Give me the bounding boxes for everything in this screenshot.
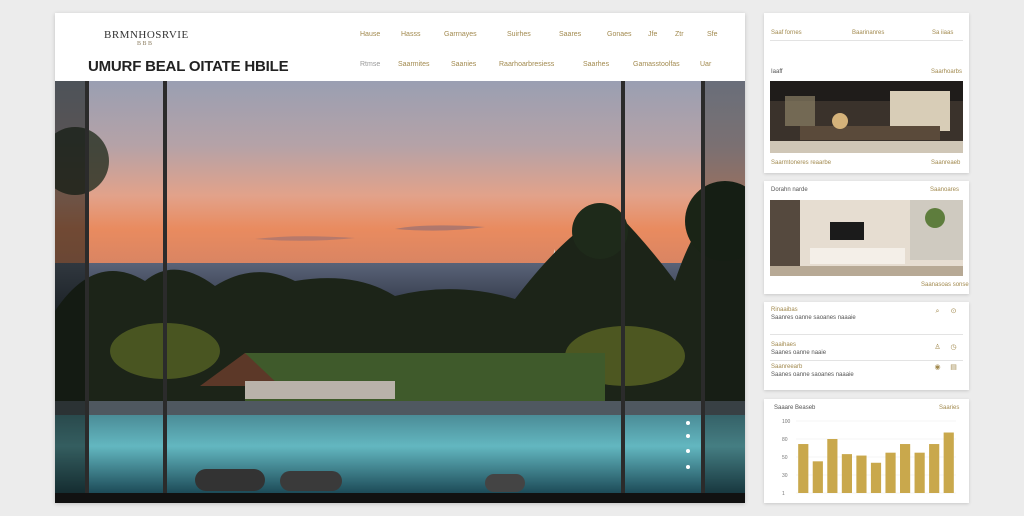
card-link[interactable]: Saanoares	[930, 187, 959, 193]
card-footer-link[interactable]: Saanreaeb	[931, 160, 960, 166]
pin-icon[interactable]: ⊙	[950, 308, 957, 315]
chart-bar[interactable]	[827, 439, 838, 493]
nav-item[interactable]: Saanies	[451, 61, 476, 68]
feature-text: Saanres oanne saoanes naaaie	[771, 315, 856, 321]
nav-item[interactable]: Gamasstoolfas	[633, 61, 680, 68]
room-thumbnail[interactable]	[770, 200, 963, 276]
chart-bar[interactable]	[914, 452, 925, 493]
living-room-photo	[770, 81, 963, 153]
card-label[interactable]: Sa iiaas	[932, 30, 953, 36]
nav-item[interactable]: Raarhoarbresiess	[499, 61, 554, 68]
sidebar-card-room: Dorahn narde Saanoares Saanasoas sonse	[764, 181, 969, 294]
y-tick-label: 50	[782, 455, 788, 461]
main-page-window: BRMNHOSRVIE B B B UMURF BEAL OITATE HBIL…	[55, 13, 745, 503]
chart-link[interactable]: Saaries	[939, 405, 959, 411]
card-footer-text: Saarmtoneres reaarbe	[771, 160, 832, 166]
nav-item[interactable]: Saarhes	[583, 61, 609, 68]
sidebar-card-chart: Saaare Beaseb Saaries 100 80 50 30 1	[764, 399, 969, 503]
divider	[770, 40, 963, 41]
nav-item[interactable]: Suirhes	[507, 31, 531, 38]
card-label: Iaaff	[771, 69, 783, 75]
bar-chart: 100 80 50 30 1	[782, 419, 956, 497]
chart-bar[interactable]	[943, 432, 954, 493]
footer-bar	[55, 493, 745, 503]
chart-bar[interactable]	[885, 452, 896, 493]
chart-bar[interactable]	[812, 461, 823, 493]
y-tick-label: 100	[782, 419, 791, 425]
divider	[770, 334, 963, 335]
divider	[770, 360, 963, 361]
nav-item[interactable]: Hause	[360, 31, 380, 38]
nav-item[interactable]: Gonaes	[607, 31, 632, 38]
nav-item[interactable]: Uar	[700, 61, 711, 68]
feature-title[interactable]: Saaihaes	[771, 342, 796, 348]
sidebar-card-gallery: Saaf fornes Baarinanres Sa iiaas Iaaff S…	[764, 13, 969, 173]
doc-icon[interactable]: ▤	[950, 364, 957, 371]
chart-bar[interactable]	[900, 444, 911, 493]
site-title: UMURF BEAL OITATE HBILE	[88, 58, 289, 75]
feature-text: Saanes oanne naaie	[771, 350, 827, 356]
chart-bar[interactable]	[929, 444, 940, 493]
nav-item[interactable]: Garrnayes	[444, 31, 477, 38]
card-label[interactable]: Baarinanres	[852, 30, 884, 36]
site-header: BRMNHOSRVIE B B B UMURF BEAL OITATE HBIL…	[55, 13, 745, 81]
feature-title[interactable]: Rinaaibas	[771, 307, 798, 313]
lamp-icon[interactable]: ♙	[934, 344, 941, 351]
y-tick-label: 1	[782, 491, 785, 497]
brand-subtitle: B B B	[137, 41, 153, 47]
clock-icon[interactable]: ◷	[950, 344, 957, 351]
sidebar-card-features: Rinaaibas Saanres oanne saoanes naaaie ⌕…	[764, 302, 969, 390]
villa-sunset-photo	[55, 81, 745, 493]
card-footer-text: Saanasoas sonse	[921, 282, 969, 288]
y-tick-label: 80	[782, 437, 788, 443]
hero-image	[55, 81, 745, 503]
nav-item[interactable]: Hasss	[401, 31, 420, 38]
bedroom-photo	[770, 200, 963, 276]
feature-text: Saanes oanne saoanes naaaie	[771, 372, 854, 378]
card-label[interactable]: Saarhoarbs	[931, 69, 962, 75]
nav-item[interactable]: Sfe	[707, 31, 718, 38]
nav-item[interactable]: Saares	[559, 31, 581, 38]
nav-item[interactable]: Ztr	[675, 31, 684, 38]
chart-bar[interactable]	[856, 455, 867, 493]
nav-item[interactable]: Rtmse	[360, 61, 380, 68]
chart-title: Saaare Beaseb	[774, 405, 816, 411]
y-tick-label: 30	[782, 473, 788, 479]
feature-title[interactable]: Saanreearb	[771, 364, 802, 370]
eye-icon[interactable]: ◉	[934, 364, 941, 371]
chart-bar[interactable]	[841, 454, 852, 493]
interior-thumbnail[interactable]	[770, 81, 963, 153]
nav-item[interactable]: Saarmites	[398, 61, 430, 68]
card-label: Dorahn narde	[771, 187, 808, 193]
card-label[interactable]: Saaf fornes	[771, 30, 802, 36]
brand-logo[interactable]: BRMNHOSRVIE	[104, 29, 189, 41]
chart-bar[interactable]	[870, 462, 882, 493]
search-icon[interactable]: ⌕	[934, 308, 941, 315]
chart-bar[interactable]	[798, 444, 809, 493]
nav-item[interactable]: Jfe	[648, 31, 657, 38]
